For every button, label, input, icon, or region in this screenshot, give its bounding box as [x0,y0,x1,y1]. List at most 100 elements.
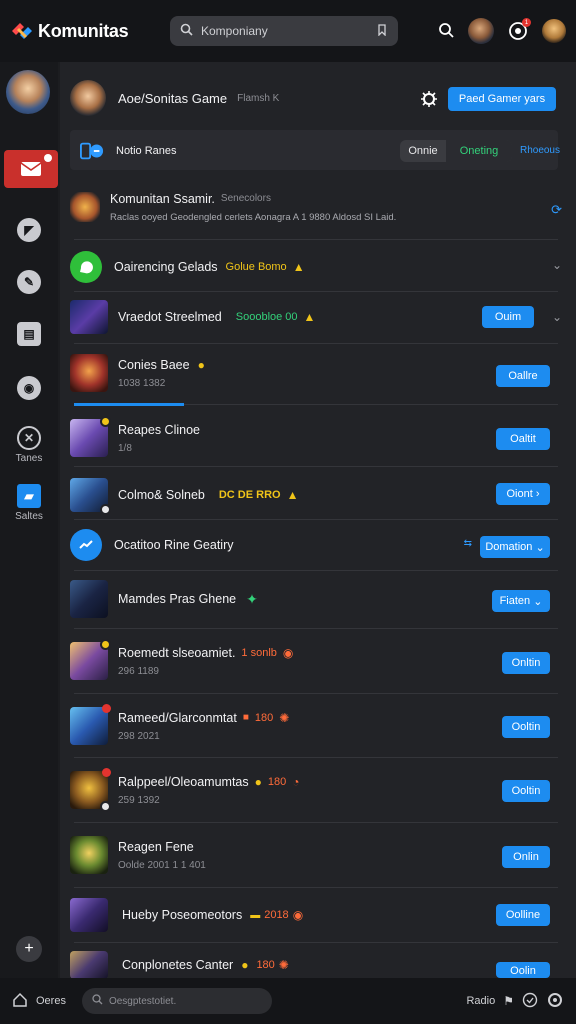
mail-icon [20,162,42,176]
search-icon[interactable] [438,22,454,41]
action-button[interactable]: Oiont › [496,483,550,505]
sidebar-item-compass[interactable]: ◤ [0,218,58,242]
sidebar: ◤ ✎ ▤ ◉ ✕ Tanes ▰ Saltes + [0,62,58,978]
app-title: Komunitas [38,20,129,41]
badge-icon: ▬ [250,909,261,921]
game-thumbnail [70,704,111,745]
sidebar-item-label: Saltes [15,511,43,522]
notification-badge: 1 [522,18,531,27]
status-online[interactable]: Onnie [400,145,446,157]
footer-right-label[interactable]: Radio [466,995,495,1007]
action-button[interactable]: Ouim [482,306,534,328]
game-thumbnail [70,416,111,457]
divider [74,519,558,520]
folder-icon: ▰ [17,484,41,508]
community-avatar[interactable] [70,80,106,116]
list-item-subtitle: Oolde 2001 1 1 401 [118,859,206,871]
emoji-icon: ● [241,958,249,972]
list-item[interactable]: Rameed/Glarconmtat ■ 180 ✺ 298 2021 [70,704,560,747]
action-button[interactable]: Oallre [496,365,550,387]
list-item[interactable]: Mamdes Pras Ghene ✦ [70,580,560,618]
list-item[interactable]: Oairencing Gelads Golue Bomo ▲ [70,248,560,286]
search-icon [180,23,193,39]
sidebar-avatar[interactable] [6,70,50,114]
action-button[interactable]: Onltin [502,652,550,674]
featured-meta: Senecolors [220,193,271,204]
sidebar-item-games[interactable]: ◉ [0,376,58,400]
game-thumbnail [70,300,108,334]
list-item[interactable]: Hueby Poseomeotors ▬ 2018 ◉ [70,896,560,934]
list-item[interactable]: Colmo& Solneb DC DE RRO ▲ [70,476,560,515]
action-button[interactable]: Onlin [502,846,550,868]
list-item-tag: Sooobloe 00 [235,311,298,323]
list-item[interactable]: Roemedt slseoamiet. 1 sonlb ◉ 296 1189 [70,639,560,682]
status-link[interactable]: Rhoeous [520,145,560,156]
settings-icon[interactable] [420,90,438,111]
join-community-button[interactable]: Paed Gamer yars [448,87,556,111]
sidebar-item-saltes[interactable]: ▰ Saltes [0,484,58,522]
badge-icon: ■ [242,712,249,723]
footer-search[interactable]: Oesgptestotiet. [81,988,272,1014]
link-icon[interactable]: ⇆ [464,538,472,549]
footer-label[interactable]: Oeres [36,995,66,1007]
sidebar-item-mail[interactable] [4,150,58,188]
sidebar-item-card[interactable]: ▤ [0,322,58,346]
list-item-title: Hueby Poseomeotors [122,908,243,922]
chat-icon [70,251,102,283]
app-logo[interactable]: Komunitas [10,21,160,42]
action-button[interactable]: Fiaten ⌄ [492,590,550,612]
sidebar-item-edit[interactable]: ✎ [0,270,58,294]
status-ongoing[interactable]: Oneting [446,140,512,162]
card-icon: ▤ [17,322,41,346]
list-item-title: Mamdes Pras Ghene [118,592,237,606]
action-button[interactable]: Oolline [496,904,550,926]
pin-icon: ✦ [246,590,258,607]
check-icon[interactable] [522,992,538,1011]
list-item-tag: 2018 [264,909,289,921]
action-button[interactable]: Domation ⌄ [480,536,550,558]
footer-search-input[interactable]: Oesgptestotiet. [109,996,176,1007]
list-item[interactable]: Ralppeel/Oleoamumtas ● 180 ◔ 259 1392 [70,768,560,812]
game-thumbnail [70,354,108,392]
action-button-label: Domation [485,541,533,553]
fire-icon: ✺ [279,710,290,725]
profile-avatar[interactable] [542,19,566,43]
list-item-tag: DC DE RRO [218,489,281,501]
list-item[interactable]: Conplonetes Canter ● 180 ✺ [70,950,560,978]
fire-icon: ◔ [292,774,300,789]
filter-icon[interactable]: ⚑ [503,994,514,1008]
list-item-tag: 180 [254,711,274,724]
messenger-icon [70,529,102,561]
settings-icon[interactable] [546,991,564,1012]
search-input[interactable]: Komponiany [201,24,368,38]
featured-post[interactable]: Komunitan Ssamir. Senecolors Raclas ooye… [70,186,560,228]
divider [74,570,558,571]
user-avatar[interactable] [468,18,494,44]
action-button-label: Fiaten [499,595,531,607]
globe-icon: ✕ [17,426,41,450]
action-button[interactable]: Oaltit [496,428,550,450]
share-icon[interactable]: ⟳ [551,202,562,218]
action-button-label: Oiont [506,488,533,500]
chevron-down-icon[interactable]: ⌄ [552,310,562,324]
list-item-title: Reagen Fene [118,839,194,854]
list-item-tag: Golue Bomo [225,261,287,273]
list-item[interactable]: Conies Baee ● 1038 1382 [70,353,560,393]
chevron-down-icon[interactable]: ⌄ [552,258,562,272]
list-item-subtitle: 296 1189 [118,665,159,677]
list-item[interactable]: Reapes Clinoe 1/8 [70,416,560,458]
add-button[interactable]: + [16,936,42,962]
action-button[interactable]: Ooltin [502,780,550,802]
sidebar-item-tanes[interactable]: ✕ Tanes [0,426,58,464]
list-item[interactable]: Reagen Fene Oolde 2001 1 1 401 [70,834,560,876]
action-button[interactable]: Ooltin [502,716,550,738]
search-bar[interactable]: Komponiany [170,16,398,46]
home-icon[interactable] [12,992,28,1011]
gamepad-icon: ◉ [17,376,41,400]
status-toggle[interactable]: Onnie Oneting [400,140,512,162]
notification-button[interactable]: 1 [508,18,531,41]
action-button[interactable]: Oolin [496,962,550,978]
bookmark-icon[interactable] [376,23,388,39]
flag-icon: ▲ [286,488,299,502]
list-item-subtitle: 259 1392 [118,794,160,806]
